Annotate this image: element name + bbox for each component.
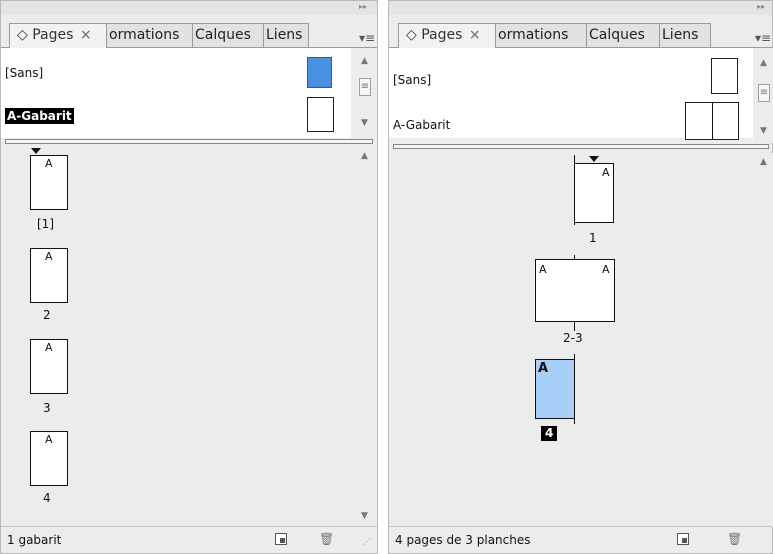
- resize-grip-icon[interactable]: ⋰: [363, 537, 371, 546]
- tab-pages-label: ◇ Pages: [17, 27, 74, 43]
- master-label: A-Gabarit: [393, 118, 451, 132]
- tab-pages[interactable]: ◇ Pages ×: [9, 23, 107, 48]
- close-icon[interactable]: ×: [80, 27, 92, 43]
- master-thumbnail-a-gabarit-spread[interactable]: [685, 102, 739, 140]
- masters-list: [Sans] A-Gabarit: [1, 48, 351, 138]
- tab-pages[interactable]: ◇ Pages ×: [398, 23, 496, 48]
- tab-informations-label: ormations: [498, 27, 569, 43]
- page-master-letter: A: [602, 263, 610, 276]
- master-thumbnail-sans[interactable]: [711, 58, 738, 94]
- tab-row: ◇ Pages × ormations Calques Liens: [1, 1, 377, 48]
- scroll-up-icon[interactable]: ▲: [760, 58, 767, 68]
- tab-informations[interactable]: ormations: [495, 23, 587, 47]
- page-master-letter: A: [538, 361, 549, 376]
- panel-footer: 4 pages de 3 planches 🗑: [389, 526, 772, 553]
- page-master-letter: A: [45, 341, 53, 354]
- status-text: 1 gabarit: [7, 533, 62, 547]
- page-number: 4: [43, 491, 51, 505]
- pages-panel-right: ▸▸ ◇ Pages × ormations Calques Liens ▾≡ …: [388, 0, 773, 554]
- section-divider[interactable]: [5, 139, 373, 144]
- scroll-up-icon[interactable]: ▲: [361, 151, 368, 161]
- page-master-letter: A: [45, 433, 53, 446]
- page-thumbnail[interactable]: A: [30, 339, 68, 394]
- tab-calques-label: Calques: [589, 27, 645, 43]
- trash-icon[interactable]: 🗑: [319, 533, 334, 545]
- tab-calques-label: Calques: [195, 27, 251, 43]
- page-master-letter: A: [45, 250, 53, 263]
- scroll-down-icon[interactable]: ▼: [760, 126, 767, 136]
- trash-icon[interactable]: 🗑: [727, 533, 742, 545]
- tab-liens-label: Liens: [266, 27, 303, 43]
- page-master-letter: A: [602, 166, 610, 179]
- page-thumbnail[interactable]: A: [574, 163, 614, 223]
- master-thumbnail-sans-selected[interactable]: [307, 57, 332, 88]
- tab-pages-label: ◇ Pages: [406, 27, 463, 43]
- spread-thumbnail[interactable]: A A: [535, 259, 615, 322]
- panel-menu-icon[interactable]: ▾≡: [755, 31, 771, 45]
- master-label: [Sans]: [5, 66, 44, 80]
- tab-calques[interactable]: Calques: [192, 23, 264, 47]
- pages-area: A 1 A A 2-3 A 4: [389, 151, 753, 524]
- tab-calques[interactable]: Calques: [586, 23, 660, 47]
- scroll-thumb[interactable]: ≡: [758, 84, 770, 102]
- master-item-a-gabarit[interactable]: A-Gabarit: [393, 118, 450, 132]
- page-thumbnail-selected[interactable]: A: [535, 359, 575, 419]
- master-item-sans[interactable]: [Sans]: [5, 66, 43, 80]
- close-icon[interactable]: ×: [469, 27, 481, 43]
- new-page-icon[interactable]: [677, 533, 689, 545]
- section-divider[interactable]: [393, 144, 769, 149]
- spread-spine: [712, 103, 713, 139]
- page-thumbnail[interactable]: A: [30, 431, 68, 486]
- tab-liens-label: Liens: [662, 27, 699, 43]
- scroll-up-icon[interactable]: ▲: [361, 56, 368, 66]
- master-label: [Sans]: [393, 73, 432, 87]
- spread-pointer-icon: [589, 156, 599, 162]
- tab-liens[interactable]: Liens: [263, 23, 309, 47]
- panel-menu-icon[interactable]: ▾≡: [359, 31, 375, 45]
- page-master-letter: A: [539, 263, 547, 276]
- tab-liens[interactable]: Liens: [659, 23, 711, 47]
- masters-list: [Sans] A-Gabarit: [389, 48, 753, 140]
- masters-scrollbar[interactable]: ▲ ≡ ▼: [353, 48, 377, 138]
- spread-number: 2-3: [563, 331, 583, 345]
- page-number: 3: [43, 401, 51, 415]
- pages-scrollbar[interactable]: ▲ ▼: [353, 147, 377, 527]
- master-label: A-Gabarit: [5, 108, 74, 124]
- scroll-down-icon[interactable]: ▼: [361, 118, 368, 128]
- status-text: 4 pages de 3 planches: [395, 533, 531, 547]
- page-number-selected: 4: [541, 426, 558, 441]
- page-thumbnail[interactable]: A: [30, 248, 68, 303]
- spread-pointer-icon: [31, 148, 41, 154]
- pages-area: A [1] A 2 A 3 A 4: [1, 148, 351, 526]
- page-master-letter: A: [45, 157, 53, 170]
- page-number: 2: [43, 308, 51, 322]
- master-item-a-gabarit[interactable]: A-Gabarit: [5, 108, 74, 124]
- masters-scrollbar[interactable]: ▲ ≡ ▼: [755, 48, 773, 143]
- new-page-icon[interactable]: [275, 533, 287, 545]
- tab-informations-label: ormations: [109, 27, 180, 43]
- tab-row: ◇ Pages × ormations Calques Liens: [389, 1, 772, 48]
- page-number: 1: [589, 231, 597, 245]
- pages-panel-left: ▸▸ ◇ Pages × ormations Calques Liens ▾≡ …: [0, 0, 378, 554]
- master-thumbnail-a-gabarit[interactable]: [307, 97, 334, 132]
- pages-scrollbar[interactable]: ▲: [755, 153, 773, 527]
- page-thumbnail[interactable]: A: [30, 155, 68, 210]
- page-number: [1]: [37, 217, 54, 231]
- tab-informations[interactable]: ormations: [106, 23, 193, 47]
- scroll-thumb[interactable]: ≡: [359, 78, 371, 96]
- scroll-up-icon[interactable]: ▲: [760, 157, 767, 167]
- scroll-down-icon[interactable]: ▼: [361, 511, 368, 521]
- panel-footer: 1 gabarit 🗑 ⋰: [1, 526, 377, 553]
- master-item-sans[interactable]: [Sans]: [393, 73, 431, 87]
